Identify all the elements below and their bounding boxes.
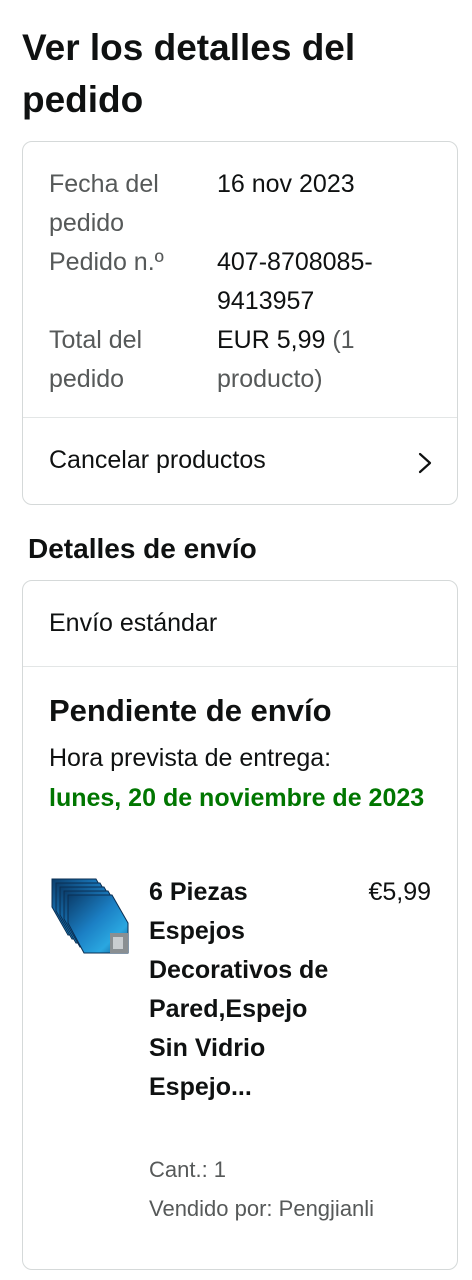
shipping-details-heading: Detalles de envío	[28, 533, 257, 564]
order-summary: Fecha del pedido 16 nov 2023 Pedido n.º …	[23, 142, 457, 418]
order-number-value: 407-8708085-9413957	[217, 248, 373, 315]
cancel-items-label: Cancelar productos	[49, 446, 266, 474]
order-total-value: EUR 5,99 (1 producto)	[217, 321, 437, 399]
chevron-right-icon	[418, 452, 432, 474]
product-price: €5,99	[368, 878, 431, 906]
product-item[interactable]: 6 Piezas Espejos Decorativos de Pared,Es…	[23, 873, 457, 1233]
shipment-status: Pendiente de envío	[49, 693, 332, 728]
order-total-amount: EUR 5,99	[217, 326, 326, 354]
product-thumbnail[interactable]	[50, 877, 130, 957]
order-date-value: 16 nov 2023	[217, 170, 355, 198]
order-details-page: Ver los detalles del pedido Fecha del pe…	[0, 0, 472, 1280]
order-number-label: Pedido n.º	[49, 248, 164, 276]
product-seller: Vendido por: Pengjianli	[149, 1196, 375, 1221]
order-date-label: Fecha del pedido	[49, 170, 159, 237]
shipping-card: Envío estándar Pendiente de envío Hora p…	[22, 580, 458, 1270]
product-title[interactable]: 6 Piezas Espejos Decorativos de Pared,Es…	[149, 873, 339, 1107]
shipping-method-row: Envío estándar	[23, 581, 457, 667]
cancel-items-button[interactable]: Cancelar productos	[23, 418, 457, 504]
order-summary-card: Fecha del pedido 16 nov 2023 Pedido n.º …	[22, 141, 458, 505]
product-quantity: Cant.: 1	[149, 1157, 227, 1182]
order-total-label: Total del pedido	[49, 326, 143, 393]
delivery-eta-date: lunes, 20 de noviembre de 2023	[49, 784, 425, 812]
delivery-eta-label: Hora prevista de entrega:	[49, 744, 332, 772]
shipping-method-label: Envío estándar	[49, 609, 218, 637]
page-title: Ver los detalles del pedido	[22, 27, 356, 120]
